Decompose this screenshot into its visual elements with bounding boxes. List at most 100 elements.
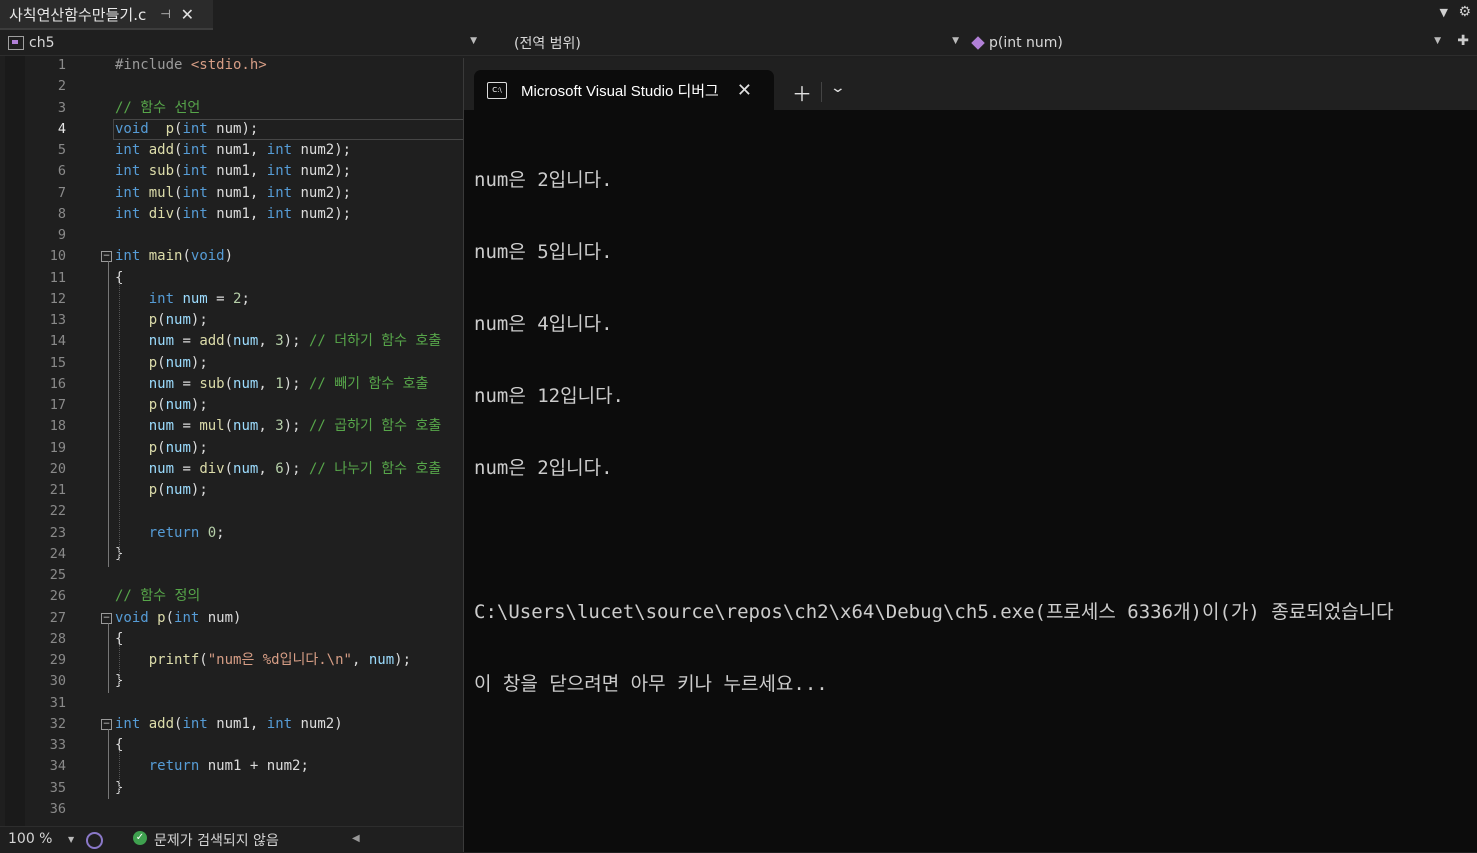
- main-indent-guide: [119, 283, 120, 561]
- line-number: 7: [57, 184, 66, 201]
- code-text: num = mul(num, 3); // 곱하기 함수 호출: [148, 418, 442, 435]
- project-dropdown-label: ch5: [29, 34, 55, 51]
- line-number: 29: [49, 652, 66, 668]
- code-text: p(num);: [148, 397, 208, 413]
- code-text: int sub(int num1, int num2);: [115, 163, 352, 180]
- code-text: p(num);: [148, 312, 208, 328]
- line-number: 35: [49, 779, 66, 796]
- chevron-down-icon: ▼: [470, 36, 477, 46]
- code-line[interactable]: 1 #include <stdio.h>: [0, 56, 463, 76]
- line-number: 13: [49, 312, 66, 328]
- code-line[interactable]: 21 p(num);: [0, 480, 463, 501]
- code-editor[interactable]: 1 #include <stdio.h> 2 3// 함수 선언 4 void p(int…: [0, 56, 463, 826]
- code-text: p(num);: [148, 354, 208, 371]
- code-text: void p(int num): [115, 609, 242, 626]
- collapse-icon[interactable]: −: [101, 718, 112, 730]
- document-tab-label: 사칙연산함수만들기.c: [9, 5, 147, 24]
- tab-overflow-dropdown-icon[interactable]: ▼: [1440, 6, 1448, 19]
- code-line[interactable]: 25: [0, 565, 463, 586]
- code-line[interactable]: 4 void p(int num);: [0, 118, 463, 140]
- code-line[interactable]: 19 p(num);: [0, 438, 463, 459]
- code-line[interactable]: 24}: [0, 544, 463, 565]
- code-line[interactable]: 15 p(num);: [0, 353, 463, 374]
- code-line[interactable]: 35}: [0, 778, 463, 799]
- scroll-left-icon[interactable]: ◀: [352, 833, 360, 844]
- line-number: 33: [49, 737, 66, 753]
- code-line[interactable]: 5 int add(int num1, int num2);: [0, 140, 463, 161]
- close-icon[interactable]: ✕: [737, 80, 752, 101]
- code-line[interactable]: 31: [0, 693, 463, 714]
- document-tab[interactable]: 사칙연산함수만들기.c ⊣ ✕: [0, 0, 213, 30]
- code-text: num = div(num, 6); // 나누기 함수 호출: [148, 460, 442, 477]
- code-line[interactable]: 11{: [0, 268, 463, 289]
- code-text: p(num);: [148, 482, 208, 498]
- terminal-tab[interactable]: C:\ Microsoft Visual Studio 디버그 ✕: [474, 70, 774, 110]
- code-line[interactable]: 23 return 0;: [0, 523, 463, 544]
- line-number: 25: [49, 567, 66, 583]
- code-line[interactable]: 14 num = add(num, 3); // 더하기 함수 호출: [0, 331, 463, 352]
- line-number: 10: [49, 248, 66, 265]
- line-number: 9: [57, 227, 66, 243]
- collapse-icon[interactable]: −: [101, 612, 112, 624]
- code-text: int num = 2;: [148, 290, 250, 307]
- line-number: 4: [57, 120, 66, 137]
- code-line[interactable]: 18 num = mul(num, 3); // 곱하기 함수 호출: [0, 416, 463, 437]
- code-line[interactable]: 2: [0, 76, 463, 97]
- add-block-guide: [108, 729, 109, 799]
- code-line[interactable]: 7 int mul(int num1, int num2);: [0, 183, 463, 204]
- terminal-tab-bar: C:\ Microsoft Visual Studio 디버그 ✕ ＋ ⌄: [464, 58, 1477, 110]
- output-line: num은 2입니다.: [474, 457, 613, 479]
- gear-icon[interactable]: ⚙: [1458, 4, 1471, 20]
- code-line[interactable]: 10 − int main(void): [0, 246, 463, 267]
- line-number: 22: [49, 503, 66, 520]
- code-line[interactable]: 17 p(num);: [0, 395, 463, 416]
- code-line[interactable]: 32 − int add(int num1, int num2): [0, 714, 463, 735]
- output-line: num은 4입니다.: [474, 313, 613, 335]
- chevron-down-icon: ▼: [1434, 36, 1441, 46]
- code-line[interactable]: 27 − void p(int num): [0, 608, 463, 629]
- output-line: num은 2입니다.: [474, 169, 613, 191]
- code-line[interactable]: 9: [0, 225, 463, 246]
- zoom-level[interactable]: 100 %: [8, 831, 52, 847]
- member-dropdown[interactable]: p(int num) ▼: [971, 32, 1447, 53]
- code-line[interactable]: 20 num = div(num, 6); // 나누기 함수 호출: [0, 459, 463, 480]
- project-icon: [8, 35, 24, 50]
- close-tab-icon[interactable]: ✕: [181, 5, 194, 24]
- code-line[interactable]: 30}: [0, 671, 463, 692]
- debug-console-window[interactable]: C:\ Microsoft Visual Studio 디버그 ✕ ＋ ⌄ nu…: [463, 58, 1477, 852]
- code-line[interactable]: 26 // 함수 정의: [0, 586, 463, 607]
- zoom-dropdown-icon[interactable]: ▼: [68, 835, 74, 844]
- chevron-down-icon[interactable]: ⌄: [830, 80, 846, 96]
- split-editor-icon[interactable]: ✚: [1457, 33, 1469, 49]
- terminal-output[interactable]: num은 2입니다. num은 5입니다. num은 4입니다. num은 12…: [474, 120, 1477, 840]
- code-line[interactable]: 28{: [0, 629, 463, 650]
- code-line[interactable]: 13 p(num);: [0, 310, 463, 331]
- code-text: int mul(int num1, int num2);: [115, 184, 352, 201]
- code-text: int div(int num1, int num2);: [115, 205, 352, 222]
- line-number: 14: [49, 333, 66, 350]
- project-dropdown[interactable]: ch5 ▼: [8, 32, 483, 53]
- code-line[interactable]: 34 return num1 + num2;: [0, 756, 463, 777]
- code-text: int main(void): [115, 248, 234, 265]
- code-line[interactable]: 22: [0, 501, 463, 522]
- code-line[interactable]: 8 int div(int num1, int num2);: [0, 204, 463, 225]
- code-line[interactable]: 3 // 함수 선언: [0, 98, 463, 119]
- code-line[interactable]: 16 num = sub(num, 1); // 빼기 함수 호출: [0, 374, 463, 395]
- code-text: // 함수 정의: [115, 588, 201, 605]
- code-line[interactable]: 29 printf("num은 %d입니다.\n", num);: [0, 650, 463, 671]
- output-line: 이 창을 닫으려면 아무 키나 누르세요...: [474, 673, 828, 695]
- line-number: 32: [49, 715, 66, 732]
- intellicode-icon[interactable]: [86, 832, 103, 849]
- code-line[interactable]: 6 int sub(int num1, int num2);: [0, 161, 463, 182]
- code-line[interactable]: 36: [0, 799, 463, 820]
- scope-dropdown-label: (전역 범위): [514, 35, 581, 52]
- code-line[interactable]: 33{: [0, 735, 463, 756]
- line-number: 8: [57, 205, 66, 222]
- new-tab-plus-icon[interactable]: ＋: [792, 78, 812, 107]
- code-line[interactable]: 12 int num = 2;: [0, 289, 463, 310]
- issues-status[interactable]: 문제가 검색되지 않음: [154, 830, 279, 850]
- collapse-icon[interactable]: −: [101, 251, 112, 263]
- scope-dropdown[interactable]: (전역 범위) ▼: [490, 32, 965, 53]
- code-text: return 0;: [148, 524, 225, 541]
- pin-icon[interactable]: ⊣: [160, 7, 170, 21]
